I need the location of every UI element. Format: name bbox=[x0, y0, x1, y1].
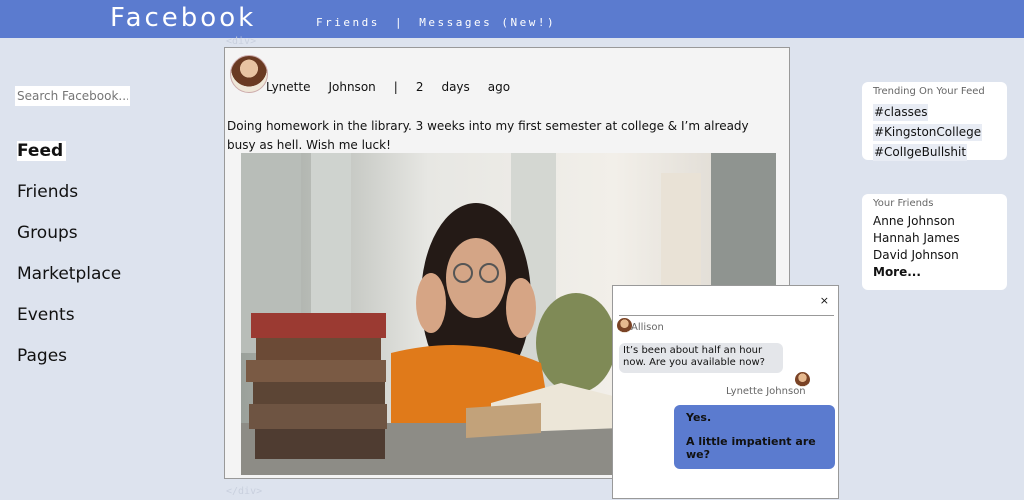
trending-tag[interactable]: #ColIgeBullshit bbox=[873, 144, 968, 161]
friend-name[interactable]: Hannah James bbox=[873, 230, 996, 247]
author-last-name[interactable]: Johnson bbox=[328, 80, 375, 94]
post-header: Lynette Johnson | 2 days ago bbox=[266, 80, 510, 94]
more-friends-link[interactable]: More... bbox=[873, 264, 996, 281]
ghost-tag-top: <div> bbox=[226, 36, 257, 47]
post-text: Doing homework in the library. 3 weeks i… bbox=[227, 119, 749, 152]
friend-name[interactable]: David Johnson bbox=[873, 247, 996, 264]
outgoing-message-line: A little impatient are we? bbox=[686, 435, 816, 461]
sidebar-item-groups[interactable]: Groups bbox=[17, 223, 78, 243]
chat-window: × Allison It’s been about half an hour n… bbox=[612, 285, 839, 499]
friend-name[interactable]: Anne Johnson bbox=[873, 213, 996, 230]
trending-tag[interactable]: #KingstonCollege bbox=[873, 124, 983, 141]
nav-messages-link[interactable]: Messages (New!) bbox=[419, 16, 556, 29]
outgoing-sender-name: Lynette Johnson bbox=[726, 386, 806, 397]
brand-logo[interactable]: Facebook bbox=[110, 3, 256, 33]
search-input[interactable] bbox=[15, 86, 130, 106]
lynette-avatar[interactable] bbox=[795, 372, 810, 387]
top-nav: Friends | Messages (New!) bbox=[316, 16, 556, 29]
trending-tag[interactable]: #classes bbox=[873, 104, 929, 121]
sidebar-item-marketplace[interactable]: Marketplace bbox=[17, 264, 121, 284]
nav-separator: | bbox=[394, 16, 405, 29]
sidebar-item-feed[interactable]: Feed bbox=[17, 141, 67, 161]
friends-title: Your Friends bbox=[873, 198, 934, 209]
meta-separator: | bbox=[393, 80, 398, 94]
top-bar: Facebook Friends | Messages (New!) bbox=[0, 0, 1024, 38]
nav-friends-link[interactable]: Friends bbox=[316, 16, 380, 29]
incoming-message-bubble: It’s been about half an hour now. Are yo… bbox=[619, 343, 783, 373]
post-time-unit: days bbox=[441, 80, 470, 94]
ghost-tag-bottom: </div> bbox=[226, 486, 263, 497]
chat-divider bbox=[619, 315, 834, 316]
post-time-suffix: ago bbox=[487, 80, 511, 94]
friends-card: Your Friends Anne Johnson Hannah James D… bbox=[862, 194, 1007, 290]
author-first-name[interactable]: Lynette bbox=[266, 80, 310, 94]
sidebar-item-friends[interactable]: Friends bbox=[17, 182, 78, 202]
sidebar-item-pages[interactable]: Pages bbox=[17, 346, 67, 366]
close-icon[interactable]: × bbox=[820, 294, 829, 307]
outgoing-message-bubble: Yes. A little impatient are we? bbox=[674, 405, 835, 469]
allison-avatar[interactable] bbox=[617, 318, 632, 333]
post-time-number: 2 bbox=[415, 80, 424, 94]
trending-title: Trending On Your Feed bbox=[873, 86, 985, 97]
author-avatar[interactable] bbox=[230, 55, 268, 93]
outgoing-message-line: Yes. bbox=[686, 411, 712, 424]
trending-card: Trending On Your Feed #classes #Kingston… bbox=[862, 82, 1007, 161]
sidebar-item-events[interactable]: Events bbox=[17, 305, 75, 325]
incoming-sender-name: Allison bbox=[631, 322, 664, 333]
